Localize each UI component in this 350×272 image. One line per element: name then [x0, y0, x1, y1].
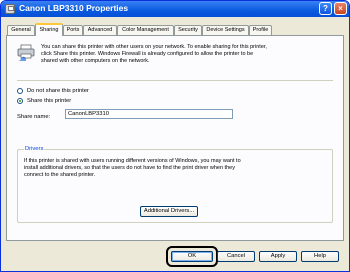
- tab-sharing[interactable]: Sharing: [35, 23, 63, 36]
- share-name-label: Share name:: [17, 114, 51, 120]
- tab-advanced[interactable]: Advanced: [83, 25, 117, 35]
- tab-color-management[interactable]: Color Management: [117, 25, 174, 35]
- share-label[interactable]: Share this printer: [27, 98, 71, 104]
- shared-printer-icon: [17, 44, 35, 61]
- tab-ports[interactable]: Ports: [63, 25, 83, 35]
- share-name-input[interactable]: [65, 109, 233, 119]
- tab-security[interactable]: Security: [174, 25, 202, 35]
- close-icon[interactable]: ×: [334, 2, 347, 15]
- sharing-panel: You can share this printer with other us…: [6, 35, 344, 241]
- apply-button[interactable]: Apply: [259, 251, 297, 262]
- tab-general[interactable]: General: [7, 25, 35, 35]
- tab-device-settings[interactable]: Device Settings: [202, 25, 249, 35]
- ok-button[interactable]: OK: [171, 251, 213, 262]
- properties-window: Canon LBP3310 Properties ? × General Sha…: [0, 0, 350, 272]
- drivers-group: Drivers If this printer is shared with u…: [17, 146, 333, 223]
- drivers-group-title: Drivers: [24, 146, 45, 152]
- printer-icon: [5, 4, 15, 14]
- no-share-label[interactable]: Do not share this printer: [27, 88, 89, 94]
- no-share-radio[interactable]: [17, 88, 23, 94]
- tab-profile[interactable]: Profile: [249, 25, 272, 35]
- separator: [17, 80, 333, 81]
- cancel-button[interactable]: Cancel: [217, 251, 255, 262]
- help-icon[interactable]: ?: [319, 2, 332, 15]
- additional-drivers-button[interactable]: Additional Drivers...: [140, 206, 198, 217]
- title-bar[interactable]: Canon LBP3310 Properties ? ×: [1, 1, 349, 17]
- drivers-text: If this printer is shared with users run…: [24, 158, 241, 178]
- window-title: Canon LBP3310 Properties: [19, 3, 129, 13]
- sharing-info-text: You can share this printer with other us…: [41, 44, 267, 64]
- share-radio[interactable]: [17, 98, 23, 104]
- help-button[interactable]: Help: [301, 251, 339, 262]
